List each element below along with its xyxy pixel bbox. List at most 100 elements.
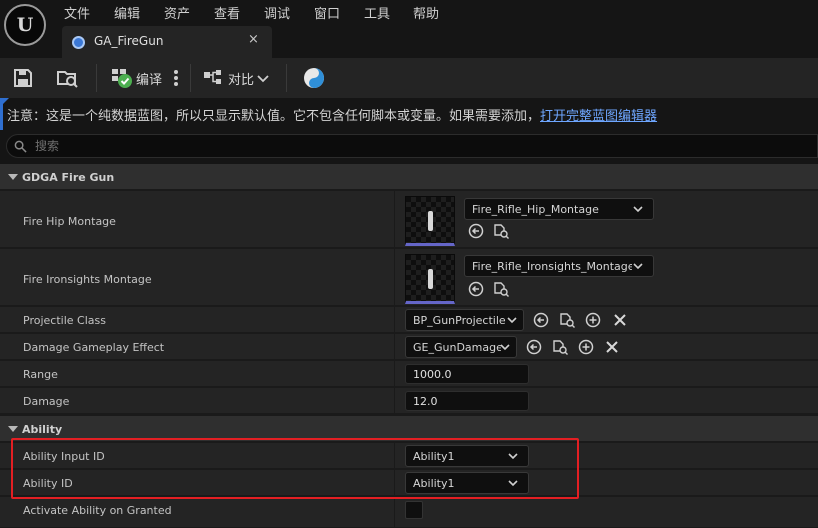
expand-arrow-icon[interactable] [8, 174, 18, 180]
chevron-down-icon[interactable] [256, 66, 270, 90]
property-label: Activate Ability on Granted [23, 504, 172, 517]
activate-on-granted-checkbox[interactable] [405, 501, 423, 519]
toolbar: 编译 对比 [0, 58, 818, 98]
vertical-dots-icon[interactable] [166, 66, 186, 90]
category-label: GDGA Fire Gun [22, 171, 115, 184]
asset-picker-value: Fire_Rifle_Ironsights_Montage [472, 260, 632, 273]
column-divider[interactable] [394, 307, 395, 332]
browse-asset-icon[interactable] [493, 281, 509, 297]
menu-view[interactable]: 查看 [214, 3, 240, 22]
diff-label[interactable]: 对比 [228, 69, 254, 88]
property-row-range: Range 1000.0 [0, 361, 818, 387]
ability-id-dropdown[interactable]: Ability1 [405, 472, 529, 494]
notice-text: 注意：这是一个纯数据蓝图，所以只显示默认值。它不包含任何脚本或变量。如果需要添加… [7, 109, 541, 124]
character-thumbnail-icon [428, 211, 433, 231]
toolbar-separator [96, 64, 97, 92]
asset-tab[interactable]: GA_FireGun × [62, 26, 272, 58]
damage-value: 12.0 [413, 395, 438, 408]
property-row-fire-hip-montage: Fire Hip Montage Fire_Rifle_Hip_Montage [0, 191, 818, 248]
property-label: Damage Gameplay Effect [23, 341, 165, 354]
column-divider[interactable] [394, 361, 395, 386]
open-full-editor-link[interactable]: 打开完整蓝图编辑器 [540, 109, 657, 124]
menu-asset[interactable]: 资产 [164, 3, 190, 22]
clear-icon[interactable] [604, 339, 620, 355]
menu-bar: U 文件 编辑 资产 查看 调试 窗口 工具 帮助 [0, 0, 818, 46]
blueprint-icon [72, 36, 85, 49]
notice-corner-marker [3, 98, 9, 104]
menu-debug[interactable]: 调试 [264, 3, 290, 22]
column-divider[interactable] [394, 249, 395, 305]
category-label: Ability [22, 423, 63, 436]
property-label: Projectile Class [23, 314, 106, 327]
class-picker-combo[interactable]: BP_GunProjectile [405, 309, 524, 331]
property-row-activate-on-granted: Activate Ability on Granted [0, 497, 818, 528]
diff-icon[interactable] [203, 66, 227, 90]
asset-thumbnail[interactable] [405, 196, 455, 246]
dropdown-value: Ability1 [413, 450, 455, 463]
use-selected-arrow-icon[interactable] [533, 312, 549, 328]
browse-asset-icon[interactable] [559, 312, 575, 328]
class-settings-icon[interactable] [302, 66, 326, 90]
clear-icon[interactable] [612, 312, 628, 328]
asset-thumbnail[interactable] [405, 254, 455, 304]
column-divider[interactable] [394, 443, 395, 468]
use-selected-arrow-icon[interactable] [468, 223, 484, 239]
compile-label[interactable]: 编译 [136, 69, 162, 88]
add-new-icon[interactable] [585, 312, 601, 328]
property-label: Ability Input ID [23, 450, 105, 463]
column-divider[interactable] [394, 388, 395, 413]
column-divider[interactable] [394, 497, 395, 527]
column-divider[interactable] [394, 334, 395, 359]
menu-file[interactable]: 文件 [64, 3, 90, 22]
menu-tools[interactable]: 工具 [364, 3, 390, 22]
search-bar [0, 130, 818, 164]
toolbar-separator [190, 64, 191, 92]
menu-help[interactable]: 帮助 [413, 3, 439, 22]
close-tab-icon[interactable]: × [248, 32, 259, 47]
browse-icon[interactable] [55, 66, 79, 90]
class-picker-value: GE_GunDamage [413, 341, 501, 354]
chevron-down-icon [633, 263, 643, 270]
category-ability[interactable]: Ability [0, 416, 818, 442]
toolbar-separator [286, 64, 287, 92]
tab-title: GA_FireGun [94, 34, 164, 48]
expand-arrow-icon[interactable] [8, 426, 18, 432]
property-row-projectile-class: Projectile Class BP_GunProjectile [0, 307, 818, 333]
search-input[interactable] [35, 137, 795, 155]
tab-strip: GA_FireGun × [0, 24, 818, 58]
property-row-fire-ironsights-montage: Fire Ironsights Montage Fire_Rifle_Irons… [0, 249, 818, 306]
class-picker-combo[interactable]: GE_GunDamage [405, 336, 517, 358]
details-panel: GDGA Fire Gun Fire Hip Montage Fire_Rifl… [0, 164, 818, 528]
category-gdga-fire-gun[interactable]: GDGA Fire Gun [0, 164, 818, 190]
asset-picker-combo[interactable]: Fire_Rifle_Ironsights_Montage [464, 255, 654, 277]
use-selected-arrow-icon[interactable] [468, 281, 484, 297]
damage-field[interactable]: 12.0 [405, 391, 529, 411]
column-divider[interactable] [394, 191, 395, 247]
compile-icon[interactable] [110, 66, 134, 90]
property-label: Range [23, 368, 58, 381]
search-box[interactable] [6, 134, 818, 158]
search-icon [14, 140, 27, 153]
character-thumbnail-icon [428, 269, 433, 289]
property-label: Fire Ironsights Montage [23, 273, 152, 286]
asset-picker-combo[interactable]: Fire_Rifle_Hip_Montage [464, 198, 654, 220]
save-icon[interactable] [11, 66, 35, 90]
menu-window[interactable]: 窗口 [314, 3, 340, 22]
range-field[interactable]: 1000.0 [405, 364, 529, 384]
chevron-down-icon [633, 206, 643, 213]
ability-input-id-dropdown[interactable]: Ability1 [405, 445, 529, 467]
add-new-icon[interactable] [578, 339, 594, 355]
property-row-ability-input-id: Ability Input ID Ability1 [0, 443, 818, 469]
range-value: 1000.0 [413, 368, 452, 381]
chevron-down-icon [500, 344, 510, 351]
browse-asset-icon[interactable] [493, 223, 509, 239]
menu-edit[interactable]: 编辑 [114, 3, 140, 22]
unreal-logo-icon[interactable]: U [4, 4, 46, 46]
use-selected-arrow-icon[interactable] [526, 339, 542, 355]
property-label: Damage [23, 395, 70, 408]
column-divider[interactable] [394, 470, 395, 495]
property-row-damage-gameplay-effect: Damage Gameplay Effect GE_GunDamage [0, 334, 818, 360]
browse-asset-icon[interactable] [552, 339, 568, 355]
dropdown-value: Ability1 [413, 477, 455, 490]
property-label: Ability ID [23, 477, 73, 490]
